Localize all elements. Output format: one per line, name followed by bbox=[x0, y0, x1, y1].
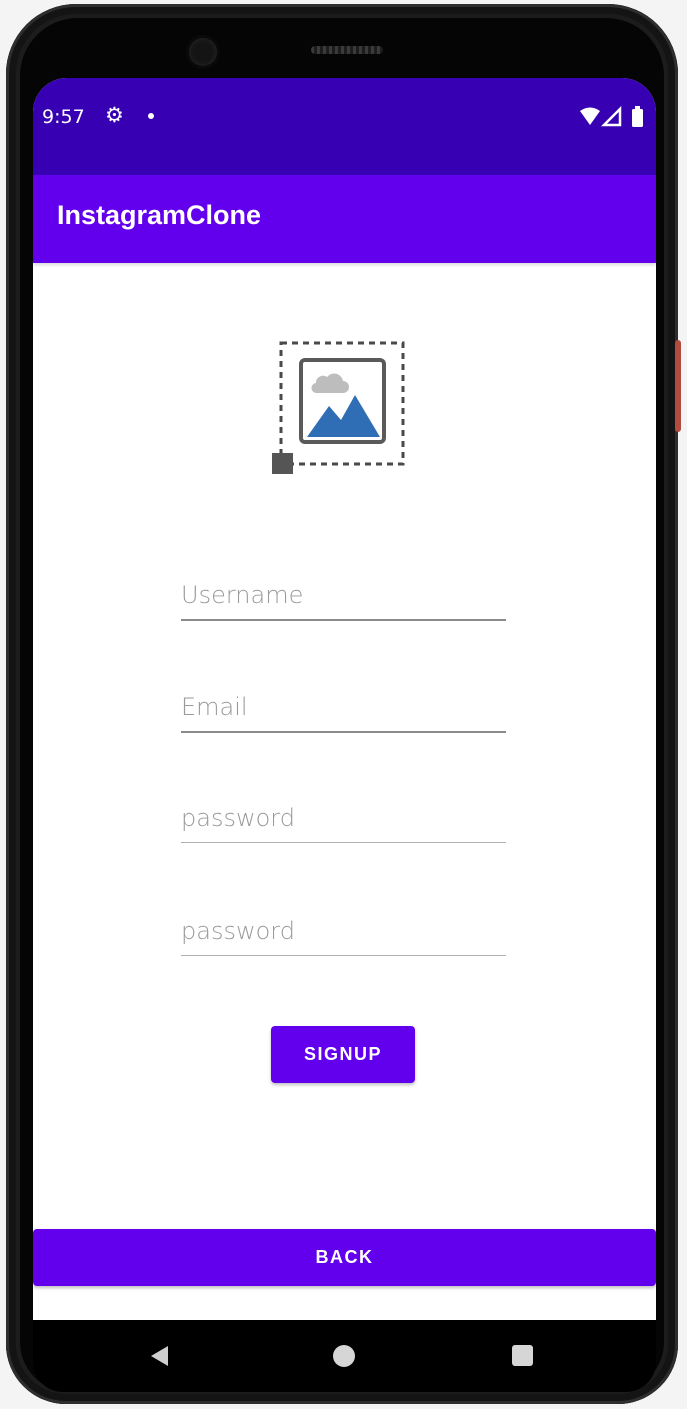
wifi-icon bbox=[580, 107, 600, 125]
navigation-bar bbox=[33, 1320, 656, 1392]
image-placeholder-icon[interactable] bbox=[269, 340, 409, 480]
email-field[interactable] bbox=[181, 683, 506, 733]
back-triangle-icon[interactable] bbox=[151, 1346, 168, 1366]
status-icons bbox=[580, 105, 643, 127]
app-bar: InstagramClone bbox=[33, 175, 656, 263]
username-field[interactable] bbox=[181, 571, 506, 621]
recents-square-icon[interactable] bbox=[512, 1345, 533, 1366]
battery-icon bbox=[632, 106, 643, 127]
signal-icon bbox=[600, 105, 622, 127]
password-field[interactable] bbox=[181, 794, 506, 843]
status-bar: 9:57 ⚙ bbox=[33, 78, 656, 175]
front-camera-icon bbox=[189, 38, 217, 66]
app-screen: 9:57 ⚙ InstagramClone Username Email SIG… bbox=[33, 78, 656, 1320]
gear-icon: ⚙ bbox=[105, 103, 124, 127]
dot-icon bbox=[148, 113, 154, 119]
power-button[interactable] bbox=[675, 340, 681, 432]
signup-button[interactable]: SIGNUP bbox=[271, 1026, 415, 1083]
back-button[interactable]: BACK bbox=[33, 1229, 656, 1286]
home-circle-icon[interactable] bbox=[333, 1345, 355, 1367]
confirm-password-field[interactable] bbox=[181, 907, 506, 956]
status-time: 9:57 bbox=[42, 106, 85, 128]
page: 9:57 ⚙ InstagramClone Username Email SIG… bbox=[0, 0, 687, 1409]
earpiece-speaker bbox=[311, 46, 383, 54]
app-title: InstagramClone bbox=[57, 200, 262, 230]
